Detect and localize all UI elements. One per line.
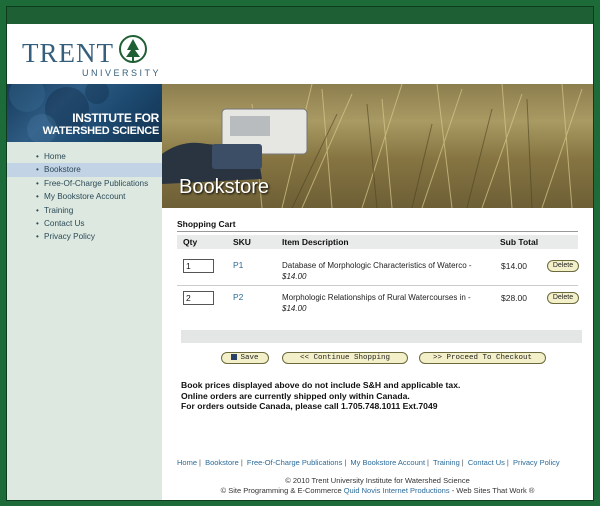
footer-link-free-publications[interactable]: Free-Of-Charge Publications (247, 458, 342, 467)
bullet-icon: • (36, 178, 39, 188)
sidebar-item-privacy[interactable]: • Privacy Policy (7, 230, 162, 243)
save-label: Save (240, 354, 259, 362)
row-divider (177, 285, 578, 286)
notice-line: For orders outside Canada, please call 1… (181, 401, 438, 411)
top-bar (7, 7, 593, 24)
qty-input[interactable]: 2 (183, 291, 214, 305)
logo-wordmark: TRENT (22, 38, 114, 68)
separator: | (461, 458, 464, 467)
logo-subtitle: UNIVERSITY (82, 68, 162, 78)
credit-prefix: © Site Programming & E-Commerce (220, 486, 342, 495)
item-price: $14.00 (282, 304, 307, 313)
copyright-text: © 2010 Trent University Institute for Wa… (285, 476, 470, 485)
footer-link-home[interactable]: Home (177, 458, 197, 467)
separator: | (344, 458, 347, 467)
footer-link-my-account[interactable]: My Bookstore Account (350, 458, 425, 467)
bullet-icon: • (36, 218, 39, 228)
sidebar-item-label: Free-Of-Charge Publications (44, 178, 149, 188)
credit-link[interactable]: Quid Novis Internet Productions (344, 486, 450, 495)
page-frame: TRENT UNIVERSITY INSTITUTE FOR WATERSHED… (6, 6, 594, 501)
floppy-disk-icon (231, 354, 238, 360)
bullet-icon: • (36, 165, 39, 175)
header-qty: Qty (183, 237, 198, 247)
bullet-icon: • (36, 232, 39, 242)
sku-link[interactable]: P1 (233, 260, 243, 270)
sidebar-item-label: My Bookstore Account (44, 192, 126, 202)
footer-link-contact[interactable]: Contact Us (468, 458, 505, 467)
delete-button[interactable]: Delete (547, 292, 579, 304)
cart-title: Shopping Cart (177, 219, 236, 229)
sidebar-item-free-publications[interactable]: • Free-Of-Charge Publications (7, 177, 162, 190)
item-description: Database of Morphologic Characteristics … (282, 260, 487, 282)
sidebar-nav: • Home • Bookstore • Free-Of-Charge Publica… (7, 150, 162, 244)
delete-button[interactable]: Delete (547, 260, 579, 272)
sidebar-item-label: Privacy Policy (44, 232, 95, 242)
sidebar-item-bookstore[interactable]: • Bookstore (7, 163, 162, 177)
page-title: Bookstore (179, 176, 270, 198)
separator: | (506, 458, 509, 467)
bullet-icon: • (36, 192, 39, 202)
footer-link-privacy[interactable]: Privacy Policy (513, 458, 560, 467)
item-title: Database of Morphologic Characteristics … (282, 261, 472, 270)
crest-icon (119, 35, 147, 63)
sidebar-item-label: Training (44, 205, 74, 215)
sku-link[interactable]: P2 (233, 292, 243, 302)
continue-shopping-button[interactable]: << Continue Shopping (282, 352, 408, 364)
sidebar-item-label: Contact Us (44, 218, 85, 228)
institute-banner: INSTITUTE FOR WATERSHED SCIENCE (7, 84, 162, 142)
header-sku: SKU (233, 237, 251, 247)
bullet-icon: • (36, 152, 39, 161)
sidebar-item-label: Home (44, 152, 66, 161)
item-title: Morphologic Relationships of Rural Water… (282, 293, 471, 302)
footer-nav: Home | Bookstore | Free-Of-Charge Publicat… (177, 458, 560, 467)
header-subtotal: Sub Total (500, 237, 539, 247)
sidebar-item-label: Bookstore (44, 165, 81, 175)
footer-link-training[interactable]: Training (433, 458, 460, 467)
header: TRENT UNIVERSITY (7, 24, 593, 84)
separator: | (199, 458, 201, 467)
cart-summary-bar (181, 330, 582, 343)
credit-text: © Site Programming & E-Commerce Quid Nov… (162, 486, 593, 495)
header-description: Item Description (282, 237, 349, 247)
institute-line1: INSTITUTE FOR (72, 111, 159, 125)
credit-suffix: - Web Sites That Work ® (451, 486, 535, 495)
save-button[interactable]: Save (221, 352, 269, 364)
row-subtotal: $28.00 (501, 293, 527, 303)
proceed-checkout-button[interactable]: >> Proceed To Checkout (419, 352, 546, 364)
item-price: $14.00 (282, 272, 307, 281)
shipping-notice: Book prices displayed above do not inclu… (181, 380, 460, 412)
row-subtotal: $14.00 (501, 261, 527, 271)
cart-title-rule (177, 231, 578, 232)
sidebar: INSTITUTE FOR WATERSHED SCIENCE • Home • B… (7, 84, 162, 500)
item-description: Morphologic Relationships of Rural Water… (282, 292, 487, 314)
separator: | (427, 458, 429, 467)
footer-link-bookstore[interactable]: Bookstore (205, 458, 239, 467)
sidebar-item-training[interactable]: • Training (7, 204, 162, 217)
qty-input[interactable]: 1 (183, 259, 214, 273)
sidebar-item-my-account[interactable]: • My Bookstore Account (7, 190, 162, 203)
notice-line: Online orders are currently shipped only… (181, 390, 410, 401)
hero-banner: Bookstore (162, 84, 593, 208)
bullet-icon: • (36, 205, 39, 215)
institute-line2: WATERSHED SCIENCE (42, 125, 160, 137)
sidebar-item-contact[interactable]: • Contact Us (7, 217, 162, 230)
sidebar-item-home[interactable]: • Home (7, 150, 162, 163)
notice-line: Book prices displayed above do not inclu… (181, 380, 461, 390)
separator: | (240, 458, 243, 467)
